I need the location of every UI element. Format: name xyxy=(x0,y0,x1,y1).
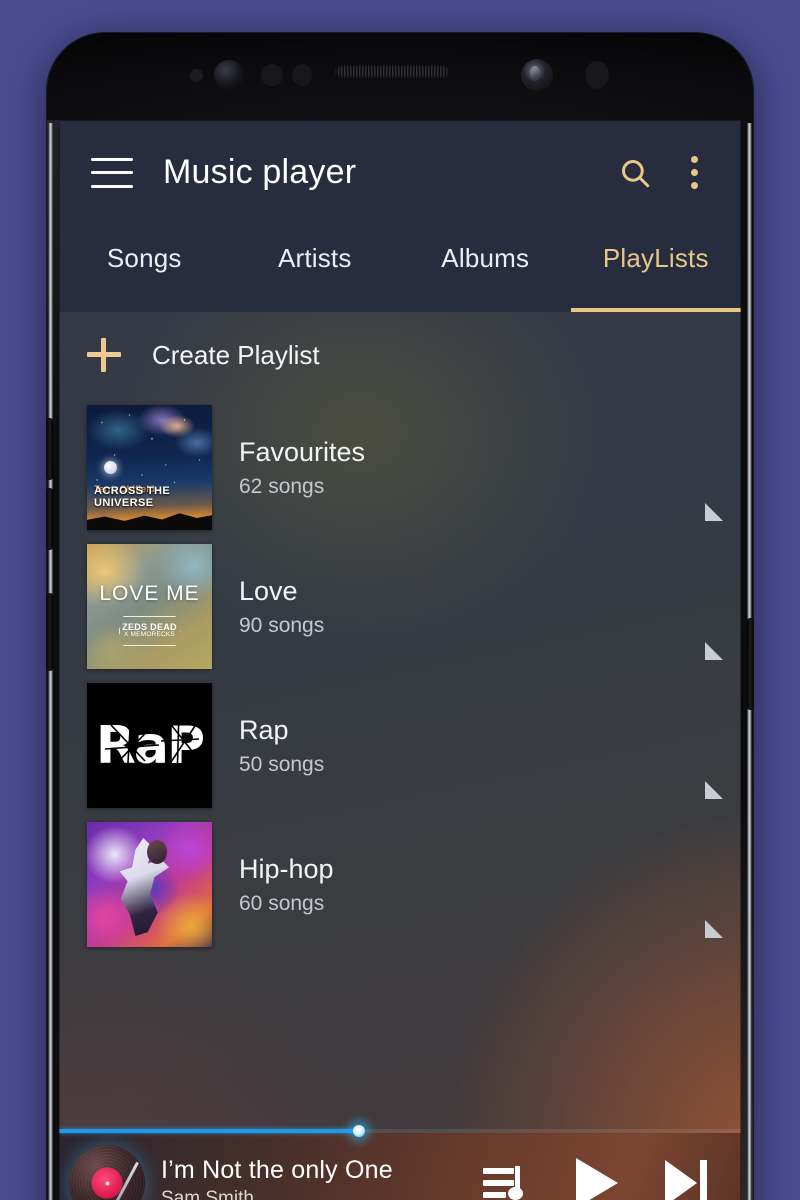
now-playing-bar: I’m Not the only One Sam Smith xyxy=(59,1125,741,1200)
list-item-text: Hip-hop 60 songs xyxy=(239,853,334,917)
hamburger-menu-icon[interactable] xyxy=(91,157,133,188)
drag-handle-icon[interactable] xyxy=(705,503,723,521)
iris-camera-icon xyxy=(214,60,244,90)
plus-icon xyxy=(87,338,121,372)
progress-fill xyxy=(59,1129,360,1133)
playlist-title: Rap xyxy=(239,714,289,745)
track-artist: Sam Smith xyxy=(161,1188,254,1200)
player-controls xyxy=(483,1158,707,1200)
drag-handle-icon[interactable] xyxy=(705,920,723,938)
front-camera-icon xyxy=(521,59,553,91)
dancer-head xyxy=(147,840,167,864)
volume-up-button[interactable] xyxy=(46,418,53,480)
tab-bar: Songs Artists Albums PlayLists xyxy=(59,225,741,312)
overflow-menu-icon[interactable] xyxy=(677,151,711,195)
next-track-icon[interactable] xyxy=(665,1160,707,1200)
power-button[interactable] xyxy=(747,618,754,710)
playlist-title: Hip-hop xyxy=(239,853,334,884)
queue-icon[interactable] xyxy=(483,1163,529,1200)
tab-songs[interactable]: Songs xyxy=(59,225,230,312)
page-title: Music player xyxy=(163,153,357,191)
list-item-text: Rap 50 songs xyxy=(239,714,324,778)
proximity-sensor-icon xyxy=(190,69,203,82)
drag-handle-icon[interactable] xyxy=(705,781,723,799)
volume-down-button[interactable] xyxy=(46,488,53,550)
tab-albums[interactable]: Albums xyxy=(400,225,571,312)
moon-icon xyxy=(104,461,117,474)
play-icon[interactable] xyxy=(575,1158,619,1200)
now-playing-info[interactable]: I’m Not the only One Sam Smith xyxy=(161,1156,393,1200)
playlist-song-count: 62 songs xyxy=(239,475,325,499)
playlist-list: Create Playlist Terry Oldfield ACROSS TH… xyxy=(59,312,741,1133)
playlist-song-count: 50 songs xyxy=(239,753,325,777)
progress-bar[interactable] xyxy=(59,1125,741,1137)
playlist-title: Love xyxy=(239,575,298,606)
cover-love-me: LOVE ME ZEDS DEAD X MEMORECKS xyxy=(87,544,212,669)
cover-hip-hop xyxy=(87,822,212,947)
track-title: I’m Not the only One xyxy=(161,1156,393,1184)
list-item[interactable]: Terry Oldfield ACROSS THE UNIVERSE Favou… xyxy=(59,398,741,537)
list-item[interactable]: Hip-hop 60 songs xyxy=(59,815,741,954)
list-item-text: Love 90 songs xyxy=(239,575,324,639)
secondary-sensor-icon xyxy=(585,61,609,89)
create-playlist-label: Create Playlist xyxy=(152,339,320,370)
light-sensor-icon xyxy=(292,64,312,86)
search-icon[interactable] xyxy=(613,151,657,195)
phone-top-bezel xyxy=(47,33,753,120)
playlist-song-count: 90 songs xyxy=(239,614,325,638)
phone-screen: Music player Songs Artists Albums PlayLi… xyxy=(59,120,741,1200)
assistant-button[interactable] xyxy=(46,593,53,671)
phone-frame: Music player Songs Artists Albums PlayLi… xyxy=(46,33,754,1200)
cover-album-text: ACROSS THE UNIVERSE xyxy=(94,485,171,509)
playlist-title: Favourites xyxy=(239,436,366,467)
cover-title-text: LOVE ME xyxy=(99,582,200,605)
crack-overlay-decoration xyxy=(104,710,200,782)
create-playlist-button[interactable]: Create Playlist xyxy=(59,312,741,398)
tab-artists[interactable]: Artists xyxy=(230,225,401,312)
list-item-text: Favourites 62 songs xyxy=(239,436,365,500)
app-bar: Music player xyxy=(59,120,741,225)
cover-rap: RaP xyxy=(87,683,212,808)
progress-thumb[interactable] xyxy=(353,1125,366,1137)
cover-across-the-universe: Terry Oldfield ACROSS THE UNIVERSE xyxy=(87,405,212,530)
tab-playlists[interactable]: PlayLists xyxy=(570,225,742,312)
list-item[interactable]: LOVE ME ZEDS DEAD X MEMORECKS Love 90 so… xyxy=(59,537,741,676)
led-indicator-icon xyxy=(261,64,283,86)
cover-badge: ZEDS DEAD X MEMORECKS xyxy=(118,616,181,646)
vinyl-record-icon[interactable] xyxy=(69,1145,145,1200)
list-item[interactable]: RaP Rap 50 songs xyxy=(59,676,741,815)
app-bar-actions xyxy=(613,151,711,195)
playlist-song-count: 60 songs xyxy=(239,892,325,916)
earpiece-speaker-icon xyxy=(335,65,449,78)
cover-badge-line2: X MEMORECKS xyxy=(124,631,175,639)
drag-handle-icon[interactable] xyxy=(705,642,723,660)
